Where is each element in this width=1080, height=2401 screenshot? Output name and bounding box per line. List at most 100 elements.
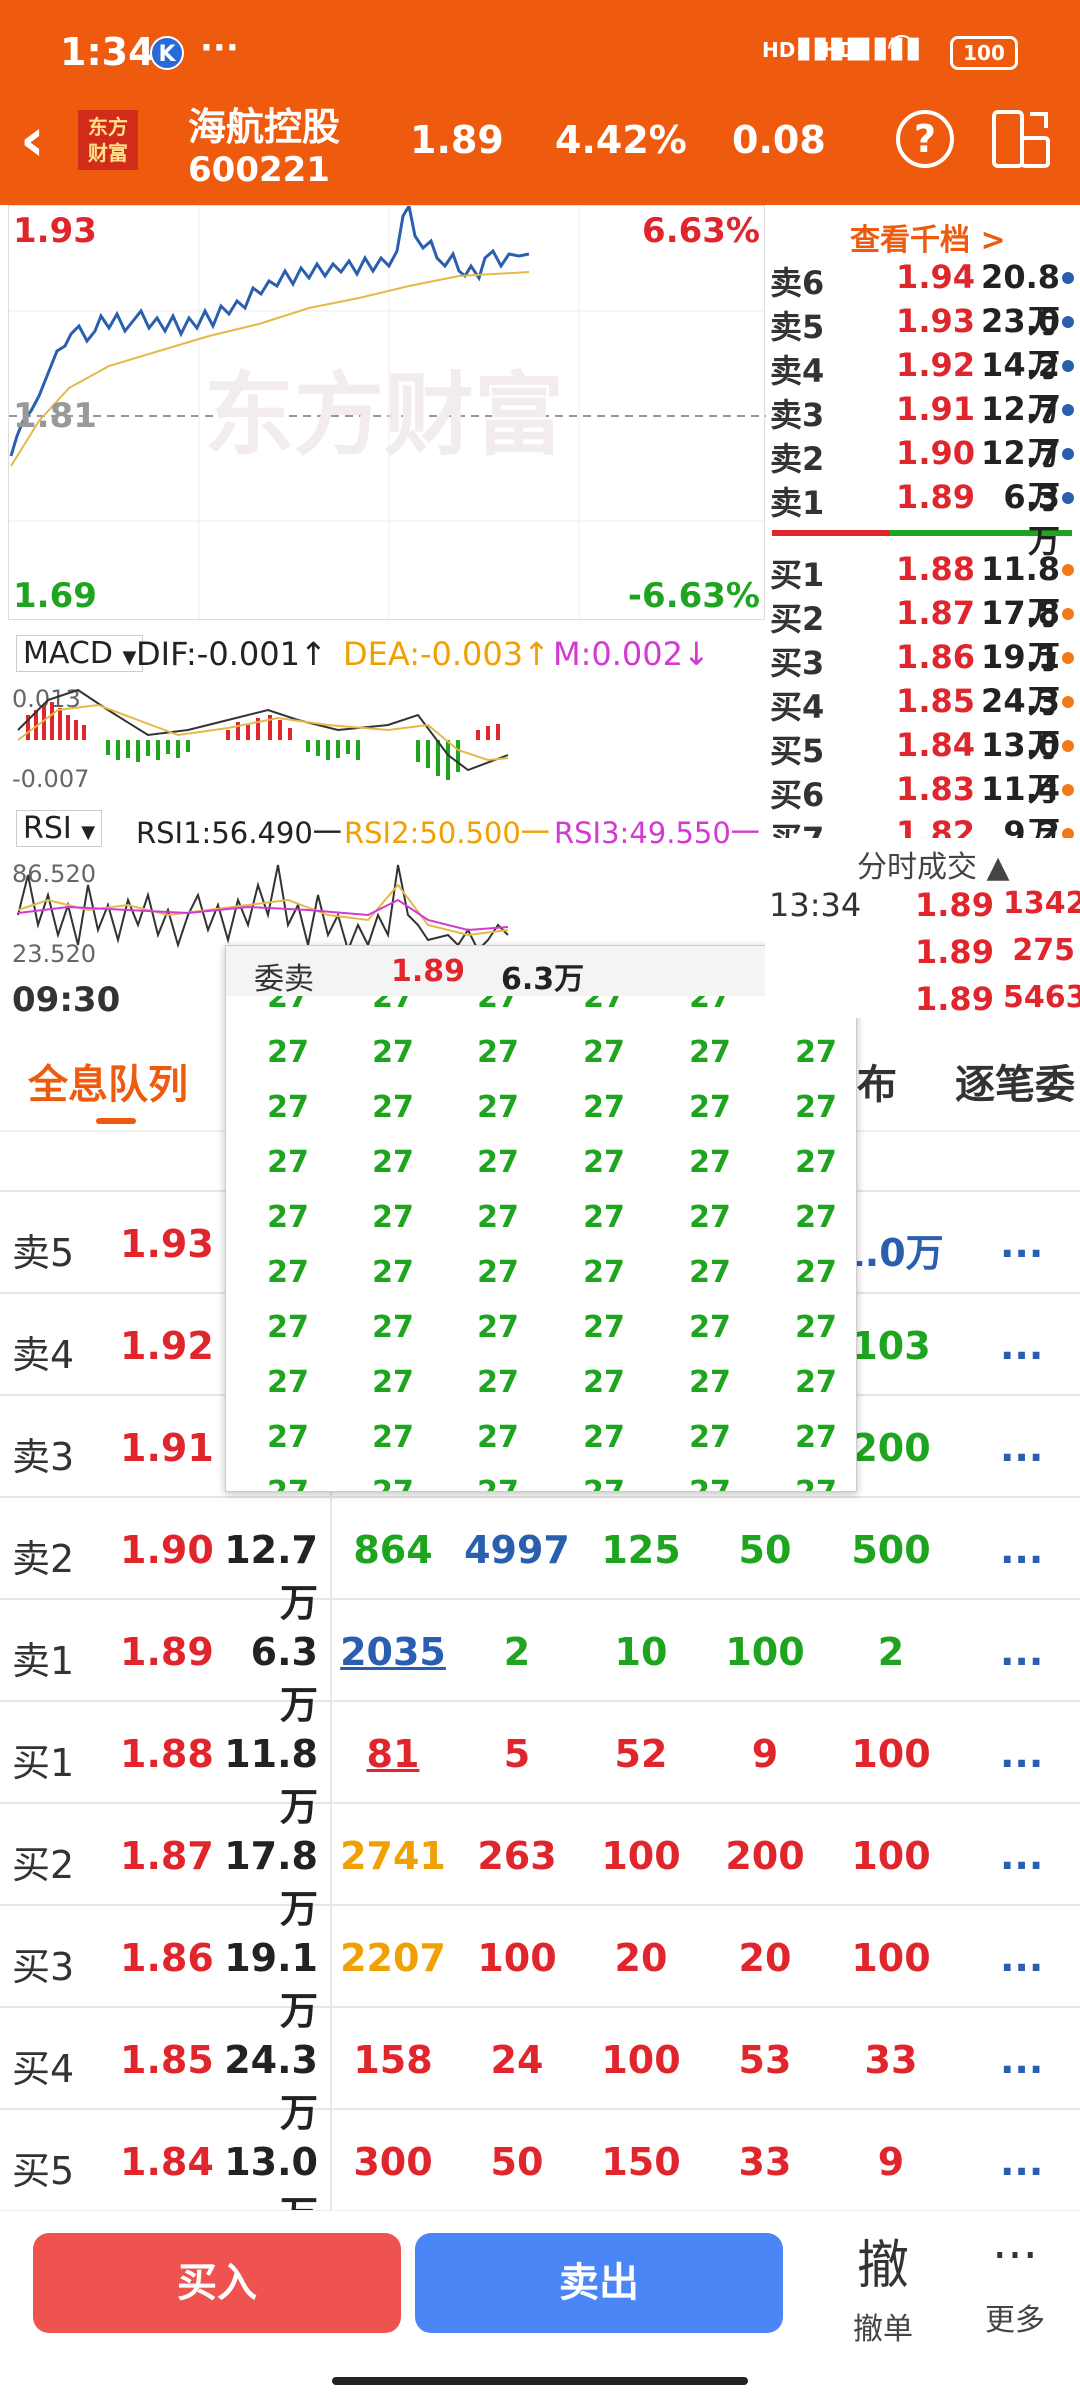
orderbook-level-label: 买6 xyxy=(770,776,825,814)
popup-queue-cell: 27 xyxy=(477,1090,519,1125)
trades-panel[interactable]: 分时成交 ▲ 13:34 1.89 1342 1.89 275 1.89 5463 xyxy=(765,838,1080,1018)
queue-order-cell[interactable]: 50 xyxy=(710,1528,820,1572)
queue-order-cell[interactable]: 24 xyxy=(462,2038,572,2082)
orderbook-row[interactable]: 卖1 1.89 6.3万 xyxy=(770,478,1080,560)
orderbook-level-label: 卖1 xyxy=(770,484,825,522)
orderbook-row[interactable]: 买4 1.85 24.3万 xyxy=(770,682,1080,764)
queue-order-cell[interactable]: 9 xyxy=(836,2140,946,2184)
queue-order-cell[interactable]: 100 xyxy=(836,1936,946,1980)
trade-price: 1.89 xyxy=(915,933,994,971)
queue-more-link[interactable]: ... xyxy=(1000,1732,1043,1776)
queue-more-link[interactable]: ... xyxy=(1000,1936,1043,1980)
back-icon[interactable]: ‹ xyxy=(20,110,45,170)
more-button[interactable]: ··· 更多 xyxy=(970,2223,1060,2339)
queue-more-link[interactable]: ... xyxy=(1000,2038,1043,2082)
queue-order-cell[interactable]: 33 xyxy=(836,2038,946,2082)
table-row[interactable]: 买51.8413.0万30050150339... xyxy=(0,2108,1080,2237)
rsi-label: RSI xyxy=(23,811,72,846)
queue-more-link[interactable]: ... xyxy=(1000,1222,1043,1266)
orderbook-row[interactable]: 买3 1.86 19.1万 xyxy=(770,638,1080,720)
queue-more-link[interactable]: ... xyxy=(1000,2140,1043,2184)
sell-button[interactable]: 卖出 xyxy=(415,2233,783,2333)
queue-order-cell[interactable]: 158 xyxy=(338,2038,448,2082)
trades-title[interactable]: 分时成交 ▲ xyxy=(857,842,1010,886)
queue-more-link[interactable]: ... xyxy=(1000,1834,1043,1878)
queue-order-cell[interactable]: 52 xyxy=(586,1732,696,1776)
macd-selector[interactable]: MACD ▼ xyxy=(16,635,144,672)
queue-order-cell[interactable]: 2 xyxy=(462,1630,572,1674)
trade-volume: 5463 xyxy=(1003,980,1080,1015)
orderbook-dot-icon xyxy=(1062,564,1074,576)
orderbook-row[interactable]: 买1 1.88 11.8万 xyxy=(770,550,1080,632)
orderbook-row[interactable]: 买6 1.83 11.4万 xyxy=(770,770,1080,852)
popup-queue-cell: 27 xyxy=(267,1200,309,1235)
queue-order-cell[interactable]: 100 xyxy=(836,1732,946,1776)
queue-order-cell[interactable]: 10 xyxy=(586,1630,696,1674)
popup-queue-cell: 27 xyxy=(583,1200,625,1235)
pct-high-label: 6.63% xyxy=(642,211,760,251)
home-indicator[interactable] xyxy=(332,2377,748,2385)
queue-order-cell[interactable]: 150 xyxy=(586,2140,696,2184)
rsi-selector[interactable]: RSI ▼ xyxy=(16,810,103,847)
queue-more-link[interactable]: ... xyxy=(1000,1426,1043,1470)
orderbook-row[interactable]: 买2 1.87 17.8万 xyxy=(770,594,1080,676)
queue-order-cell[interactable]: 5 xyxy=(462,1732,572,1776)
popup-volume: 6.3万 xyxy=(501,962,585,997)
queue-order-cell[interactable]: 864 xyxy=(338,1528,448,1572)
queue-order-cell[interactable]: 500 xyxy=(836,1528,946,1572)
queue-order-cell[interactable]: 2 xyxy=(836,1630,946,1674)
buy-button[interactable]: 买入 xyxy=(33,2233,401,2333)
queue-order-cell[interactable]: 2207 xyxy=(338,1936,448,1980)
queue-order-cell[interactable]: 50 xyxy=(462,2140,572,2184)
table-row[interactable]: 卖2 1.90 12.7万 864 4997 125 50 500... xyxy=(0,1496,1080,1625)
tab-tick-orders[interactable]: 逐笔委 xyxy=(955,1052,1075,1110)
orderbook-row[interactable]: 卖4 1.92 14.2万 xyxy=(770,346,1080,428)
intraday-chart[interactable]: 东方财富 1.93 1.81 1.69 6.63% -6.63% xyxy=(8,205,766,621)
queue-order-cell[interactable]: 9 xyxy=(710,1732,820,1776)
orderbook-row[interactable]: 买5 1.84 13.0万 xyxy=(770,726,1080,808)
queue-order-cell[interactable]: 2035 xyxy=(338,1630,448,1674)
queue-order-cell[interactable]: 200 xyxy=(710,1834,820,1878)
table-row[interactable]: 买1 1.88 11.8万 81 5 52 9 100... xyxy=(0,1700,1080,1829)
queue-order-cell[interactable]: 81 xyxy=(338,1732,448,1776)
queue-order-cell[interactable]: 33 xyxy=(710,2140,820,2184)
queue-order-cell[interactable]: 263 xyxy=(462,1834,572,1878)
app-badge-icon: K xyxy=(150,36,184,70)
table-row[interactable]: 买2 1.87 17.8万 2741 263 100 200 100... xyxy=(0,1802,1080,1931)
queue-order-cell[interactable]: 53 xyxy=(710,2038,820,2082)
table-row[interactable]: 买4 1.85 24.3万 158 24 100 53 33... xyxy=(0,2006,1080,2135)
orderbook-row[interactable]: 卖3 1.91 12.7万 xyxy=(770,390,1080,472)
popup-queue-grid: 27 27 27 27 27 27 27 27 27 27 27 27 27 27 27 27 27 27 27 27… xyxy=(226,996,856,1491)
tab-distribution[interactable]: 布 xyxy=(857,1052,897,1110)
queue-order-cell[interactable]: 125 xyxy=(586,1528,696,1572)
queue-order-cell[interactable]: 100 xyxy=(710,1630,820,1674)
queue-order-cell[interactable]: 300 xyxy=(338,2140,448,2184)
help-icon[interactable]: ? xyxy=(896,110,954,168)
queue-more-link[interactable]: ... xyxy=(1000,1324,1043,1368)
queue-order-cell[interactable]: 100 xyxy=(586,2038,696,2082)
orderbook-row[interactable]: 卖5 1.93 23.0万 xyxy=(770,302,1080,384)
queue-order-cell[interactable]: 100 xyxy=(586,1834,696,1878)
table-row[interactable]: 卖1 1.89 6.3万 2035 2 10 100 2... xyxy=(0,1598,1080,1727)
queue-order-cell[interactable]: 100 xyxy=(836,1834,946,1878)
trade-price: 1.89 xyxy=(915,886,994,924)
tab-full-queue[interactable]: 全息队列 xyxy=(28,1052,188,1110)
table-row[interactable]: 买3 1.86 19.1万 2207 100 20 20 100... xyxy=(0,1904,1080,2033)
queue-order-cell[interactable]: 2741 xyxy=(338,1834,448,1878)
view-1000-levels-link[interactable]: 查看千档 > xyxy=(850,215,1006,259)
macd-panel[interactable]: MACD ▼ DIF:-0.001↑ DEA:-0.003↑ M:0.002↓ … xyxy=(8,625,765,795)
queue-order-cell[interactable]: 100 xyxy=(462,1936,572,1980)
queue-order-cell[interactable]: 20 xyxy=(586,1936,696,1980)
queue-more-link[interactable]: ... xyxy=(1000,1630,1043,1674)
orderbook-row[interactable]: 卖6 1.94 20.8万 xyxy=(770,258,1080,340)
sell-queue-popup[interactable]: 委卖 1.89 6.3万 ✕ 2727272727272727272727272… xyxy=(225,945,857,1492)
popup-queue-cell: 27 xyxy=(689,1255,731,1290)
rotate-screen-icon[interactable] xyxy=(990,108,1052,170)
popup-header: 委卖 1.89 6.3万 ✕ xyxy=(226,946,856,997)
queue-order-cell[interactable]: 4997 xyxy=(462,1528,572,1572)
cancel-order-button[interactable]: 撤 撤单 xyxy=(838,2223,928,2348)
queue-more-link[interactable]: ... xyxy=(1000,1528,1043,1572)
orderbook-row[interactable]: 卖2 1.90 12.7万 xyxy=(770,434,1080,516)
queue-order-cell[interactable]: 20 xyxy=(710,1936,820,1980)
orderbook-level-label: 卖4 xyxy=(770,352,825,390)
